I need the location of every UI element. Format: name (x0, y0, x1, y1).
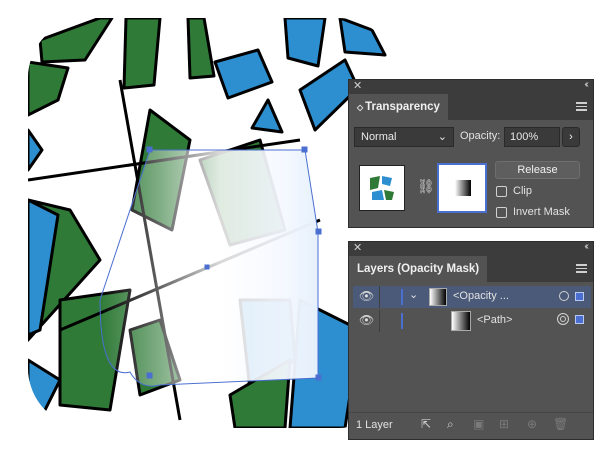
blend-mode-value: Normal (361, 131, 397, 143)
target-circle-icon[interactable] (557, 313, 569, 325)
eye-icon[interactable]: 👁 (359, 313, 374, 327)
layers-list: 👁 ⌄ <Opacity ... 👁 <Path> (353, 286, 591, 411)
chevron-down-icon[interactable]: ⌄ (409, 288, 418, 301)
clip-checkbox[interactable] (496, 186, 507, 197)
clip-label: Clip (513, 185, 532, 197)
export-icon[interactable]: ⇱ (421, 417, 431, 431)
tab-layers[interactable]: Layers (Opacity Mask) (349, 256, 488, 282)
artwork-thumbnail[interactable] (359, 165, 405, 211)
new-layer-icon[interactable]: ⊕ (527, 417, 537, 431)
mask-thumbnail[interactable] (437, 163, 487, 213)
eye-icon[interactable]: 👁 (359, 289, 374, 303)
layer-row-label: <Opacity ... (453, 290, 509, 302)
chevron-down-icon: ⌄ (437, 131, 447, 143)
release-button[interactable]: Release (495, 161, 580, 179)
opacity-arrow-button[interactable]: › (562, 127, 580, 147)
tab-transparency-label: Transparency (365, 101, 440, 113)
hamburger-menu-icon[interactable] (576, 100, 587, 113)
transparency-tab-row: ◇ Transparency (349, 94, 593, 120)
opacity-field[interactable]: 100% (504, 127, 560, 147)
close-icon[interactable]: ✕ (353, 79, 362, 92)
invert-mask-checkbox[interactable] (496, 207, 507, 218)
double-chevron-icon[interactable]: ‹‹ (584, 241, 588, 252)
layers-tab-row: Layers (Opacity Mask) (349, 256, 593, 282)
opacity-value: 100% (510, 131, 539, 143)
search-icon[interactable]: ⌕ (447, 417, 454, 432)
blend-mode-dropdown[interactable]: Normal ⌄ (354, 127, 454, 147)
artwork-thumbnail-image (370, 176, 394, 200)
close-icon[interactable]: ✕ (353, 241, 362, 254)
release-label: Release (517, 164, 558, 176)
trash-icon[interactable]: 🗑 (553, 417, 568, 431)
panel-topbar: ✕ ‹‹ (349, 241, 593, 256)
tab-transparency[interactable]: ◇ Transparency (349, 94, 448, 120)
layer-row-path[interactable]: 👁 <Path> (353, 310, 591, 332)
target-circle-icon[interactable] (559, 291, 569, 301)
tab-layers-label: Layers (Opacity Mask) (357, 263, 480, 275)
double-chevron-icon[interactable]: ‹‹ (584, 79, 588, 90)
layers-footer: 1 Layer ⇱ ⌕ ▣ ⊞ ⊕ 🗑 (349, 412, 593, 439)
hamburger-menu-icon[interactable] (576, 262, 587, 275)
link-chain-icon[interactable]: ⛓ (417, 178, 435, 195)
visibility-separator (379, 310, 380, 332)
mask-gradient-swatch (455, 180, 471, 196)
transparency-panel: ✕ ‹‹ ◇ Transparency Normal ⌄ Opacity: 100… (348, 79, 594, 228)
updown-arrow-icon: ◇ (357, 103, 364, 112)
layer-color-bar (401, 313, 403, 329)
layers-panel: ✕ ‹‹ Layers (Opacity Mask) 👁 ⌄ <Opacity … (348, 241, 594, 440)
visibility-separator (379, 286, 380, 308)
layer-color-bar (401, 289, 403, 305)
invert-mask-label: Invert Mask (513, 206, 570, 218)
selection-square[interactable] (575, 315, 584, 324)
make-clipping-mask-icon[interactable]: ▣ (473, 417, 484, 431)
panel-topbar: ✕ ‹‹ (349, 79, 593, 94)
layer-thumbnail (429, 288, 447, 306)
layer-row-opacity-mask[interactable]: 👁 ⌄ <Opacity ... (353, 286, 591, 308)
layer-thumbnail (451, 311, 471, 331)
selection-square[interactable] (575, 292, 584, 301)
opacity-label: Opacity: (460, 130, 501, 142)
layer-row-label: <Path> (477, 314, 513, 326)
new-sublayer-icon[interactable]: ⊞ (499, 417, 509, 431)
layer-count: 1 Layer (356, 419, 393, 431)
